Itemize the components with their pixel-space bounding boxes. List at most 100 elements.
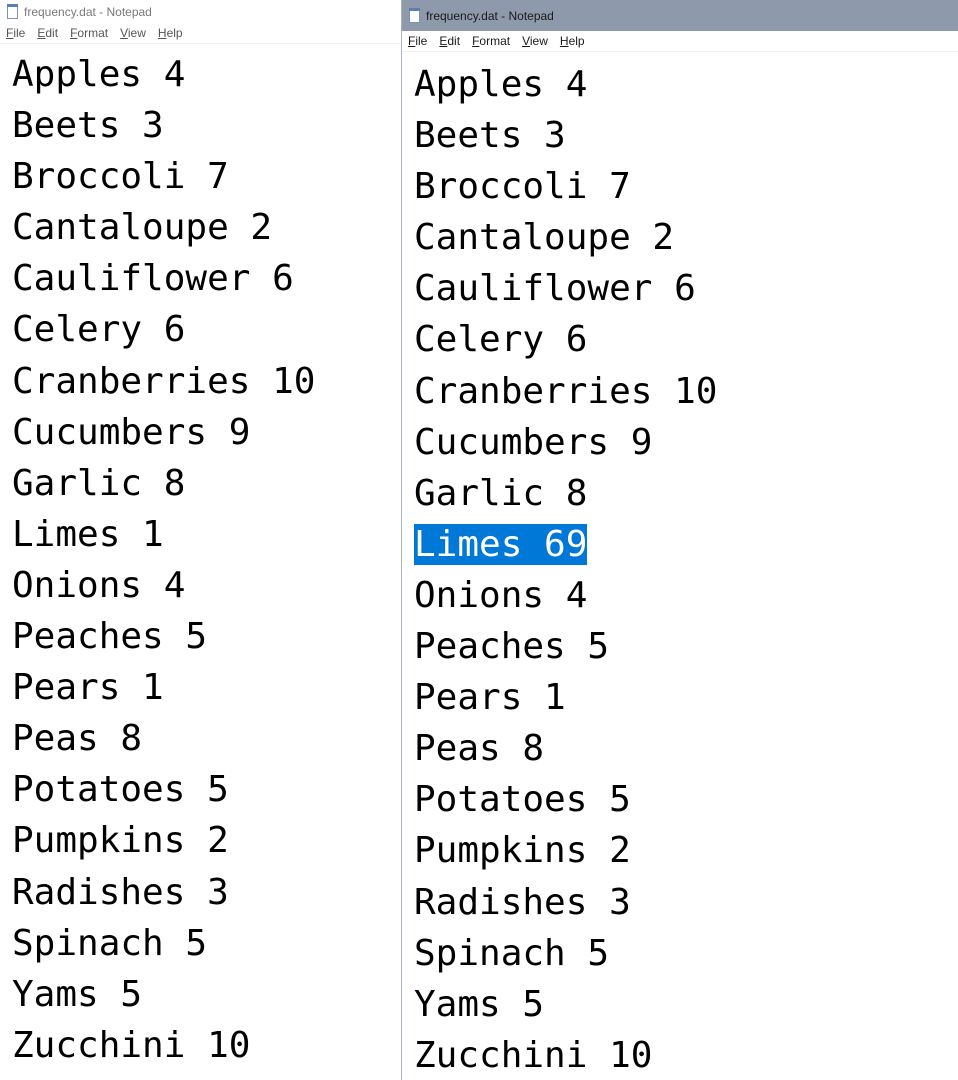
text-line-content: Celery 6 bbox=[12, 309, 186, 351]
text-line-content: Apples 4 bbox=[414, 64, 588, 105]
text-line: Radishes 3 bbox=[12, 867, 401, 918]
text-line-content: Cucumbers 9 bbox=[414, 421, 653, 463]
text-line-content: Beets 3 bbox=[12, 105, 164, 147]
text-line-content: Peas 8 bbox=[12, 718, 143, 760]
text-line-content: Garlic 8 bbox=[414, 472, 588, 514]
title-bar-left[interactable]: frequency.dat - Notepad bbox=[0, 0, 401, 23]
text-line-content: Limes 1 bbox=[12, 513, 164, 555]
notepad-icon bbox=[408, 8, 421, 23]
menu-view-right[interactable]: View bbox=[516, 34, 554, 48]
text-line: Garlic 8 bbox=[12, 458, 401, 509]
text-line-content: Cranberries 10 bbox=[414, 370, 718, 412]
text-line: Cauliflower 6 bbox=[414, 263, 958, 314]
menu-help-left[interactable]: Help bbox=[152, 26, 189, 40]
text-line-content: Cauliflower 6 bbox=[12, 258, 294, 300]
text-line-content: Cantaloupe 2 bbox=[414, 217, 675, 259]
text-line: Beets 3 bbox=[12, 100, 401, 151]
text-line-content: Garlic 8 bbox=[12, 462, 186, 504]
text-line: Potatoes 5 bbox=[12, 764, 401, 815]
text-line: Cauliflower 6 bbox=[12, 253, 401, 304]
menu-edit-left[interactable]: Edit bbox=[31, 26, 64, 40]
selected-text-line: Limes 69 bbox=[414, 519, 958, 570]
text-line: Broccoli 7 bbox=[414, 161, 958, 212]
text-line: Pears 1 bbox=[12, 662, 401, 713]
menu-file-left[interactable]: File bbox=[0, 26, 31, 40]
text-line-content: Apples 4 bbox=[12, 54, 186, 95]
notepad-icon bbox=[6, 4, 19, 19]
window-title-right: frequency.dat - Notepad bbox=[426, 8, 554, 23]
text-line-content: Cantaloupe 2 bbox=[12, 207, 273, 249]
text-line-content: Broccoli 7 bbox=[12, 156, 229, 198]
text-line: Yams 5 bbox=[414, 979, 958, 1030]
text-line-content: Peaches 5 bbox=[414, 626, 610, 668]
text-line-content: Yams 5 bbox=[414, 983, 545, 1025]
text-line: Apples 4 bbox=[414, 59, 958, 110]
text-line-content: Cauliflower 6 bbox=[414, 268, 696, 310]
text-line-content: Limes 69 bbox=[414, 523, 588, 565]
text-line-content: Potatoes 5 bbox=[414, 779, 631, 821]
text-line: Radishes 3 bbox=[414, 877, 958, 928]
text-line-content: Peas 8 bbox=[414, 728, 545, 770]
text-line: Peas 8 bbox=[414, 723, 958, 774]
text-line-content: Potatoes 5 bbox=[12, 769, 229, 811]
text-line: Cranberries 10 bbox=[414, 366, 958, 417]
text-line: Cucumbers 9 bbox=[12, 407, 401, 458]
text-line-content: Yams 5 bbox=[12, 973, 143, 1015]
text-line: Spinach 5 bbox=[12, 918, 401, 969]
text-line-content: Radishes 3 bbox=[414, 881, 631, 923]
title-bar-right[interactable]: frequency.dat - Notepad bbox=[402, 0, 958, 31]
text-line: Cantaloupe 2 bbox=[414, 212, 958, 263]
text-editor-left[interactable]: Apples 4 Beets 3 Broccoli 7 Cantaloupe 2 Cau… bbox=[0, 44, 401, 1071]
text-line: Cucumbers 9 bbox=[414, 417, 958, 468]
text-line: Yams 5 bbox=[12, 969, 401, 1020]
menu-bar-left: File Edit Format View Help bbox=[0, 23, 401, 44]
text-line-content: Zucchini 10 bbox=[12, 1024, 251, 1066]
text-line: Peaches 5 bbox=[12, 611, 401, 662]
text-editor-right[interactable]: Apples 4 Beets 3 Broccoli 7 Cantaloupe 2 Cau… bbox=[402, 54, 958, 1080]
text-line-content: Cucumbers 9 bbox=[12, 411, 251, 453]
text-line: Cranberries 10 bbox=[12, 356, 401, 407]
text-line: Spinach 5 bbox=[414, 928, 958, 979]
text-line-content: Spinach 5 bbox=[414, 932, 610, 974]
text-line: Zucchini 10 bbox=[12, 1020, 401, 1071]
text-line: Celery 6 bbox=[12, 304, 401, 355]
notepad-window-right: frequency.dat - Notepad File Edit Format… bbox=[401, 0, 958, 1080]
text-line: Peaches 5 bbox=[414, 621, 958, 672]
text-line: Onions 4 bbox=[414, 570, 958, 621]
menu-format-left[interactable]: Format bbox=[64, 26, 114, 40]
text-line-content: Beets 3 bbox=[414, 115, 566, 157]
text-line-content: Pumpkins 2 bbox=[12, 820, 229, 862]
text-line: Pears 1 bbox=[414, 672, 958, 723]
text-line: Potatoes 5 bbox=[414, 774, 958, 825]
menu-help-right[interactable]: Help bbox=[554, 34, 591, 48]
text-line: Garlic 8 bbox=[414, 468, 958, 519]
window-title-left: frequency.dat - Notepad bbox=[24, 4, 152, 19]
text-line-content: Cranberries 10 bbox=[12, 360, 316, 402]
text-line: Beets 3 bbox=[414, 110, 958, 161]
menu-format-right[interactable]: Format bbox=[466, 34, 516, 48]
menu-edit-right[interactable]: Edit bbox=[433, 34, 466, 48]
text-line: Cantaloupe 2 bbox=[12, 202, 401, 253]
text-line-content: Zucchini 10 bbox=[414, 1034, 653, 1076]
menu-view-left[interactable]: View bbox=[114, 26, 152, 40]
text-line: Peas 8 bbox=[12, 713, 401, 764]
text-line-content: Radishes 3 bbox=[12, 871, 229, 913]
text-line-content: Pears 1 bbox=[414, 677, 566, 719]
text-line-content: Pears 1 bbox=[12, 667, 164, 709]
text-line-content: Celery 6 bbox=[414, 319, 588, 361]
text-line: Apples 4 bbox=[12, 49, 401, 100]
text-line-content: Broccoli 7 bbox=[414, 166, 631, 208]
text-line: Zucchini 10 bbox=[414, 1030, 958, 1080]
menu-bar-right: File Edit Format View Help bbox=[402, 31, 958, 52]
text-line-content: Pumpkins 2 bbox=[414, 830, 631, 872]
text-line: Onions 4 bbox=[12, 560, 401, 611]
text-line-content: Spinach 5 bbox=[12, 922, 208, 964]
menu-file-right[interactable]: File bbox=[402, 34, 433, 48]
text-line: Pumpkins 2 bbox=[414, 825, 958, 876]
text-line-content: Peaches 5 bbox=[12, 616, 208, 658]
text-line-content: Onions 4 bbox=[414, 574, 588, 616]
notepad-window-left: frequency.dat - Notepad File Edit Format… bbox=[0, 0, 401, 1080]
text-line-content: Onions 4 bbox=[12, 564, 186, 606]
text-line: Celery 6 bbox=[414, 314, 958, 365]
text-line: Limes 1 bbox=[12, 509, 401, 560]
